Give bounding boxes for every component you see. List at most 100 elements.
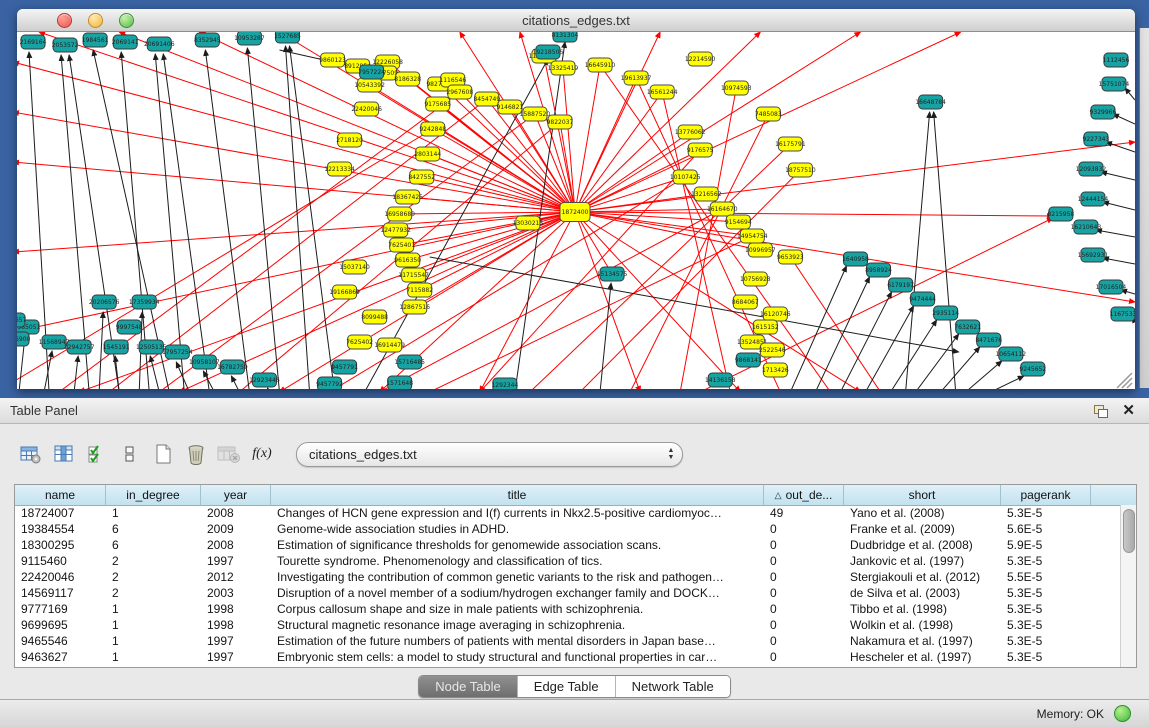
graph-node[interactable]: 10107425 — [670, 170, 701, 184]
network-table-selector[interactable]: citations_edges.txt ▲▼ — [296, 442, 683, 467]
column-header-in_degree[interactable]: in_degree — [106, 485, 201, 505]
graph-node[interactable]: 3915900 — [17, 332, 31, 346]
graph-node[interactable]: 8099488 — [361, 310, 388, 324]
graph-node[interactable]: 7957224 — [358, 65, 385, 79]
graph-edge[interactable] — [39, 32, 575, 212]
graph-node[interactable]: 17957254 — [162, 345, 193, 359]
graph-edge[interactable] — [575, 65, 600, 212]
resize-grip[interactable] — [1117, 373, 1132, 388]
tab-edge-table[interactable]: Edge Table — [518, 676, 616, 697]
graph-node[interactable]: 18367425 — [392, 190, 423, 204]
graph-node[interactable]: 15751074 — [1099, 77, 1130, 91]
graph-node[interactable]: 1292344 — [491, 378, 518, 389]
network-canvas[interactable]: 1872400986012389129541222605898275091054… — [17, 32, 1135, 389]
graph-edge[interactable] — [600, 283, 611, 389]
table-row[interactable]: 969969511998Structural magnetic resonanc… — [15, 617, 1120, 633]
graph-node[interactable]: 8427552 — [408, 170, 435, 184]
graph-node[interactable]: 9227343 — [1083, 132, 1110, 146]
graph-node[interactable]: 15134575 — [597, 267, 628, 281]
graph-node[interactable]: 20206576 — [89, 295, 120, 309]
graph-node[interactable]: 19166869 — [329, 285, 360, 299]
table-row[interactable]: 1872400712008Changes of HCN gene express… — [15, 505, 1120, 521]
graph-node[interactable]: 9154694 — [725, 215, 752, 229]
graph-node[interactable]: 12444154 — [1078, 192, 1109, 206]
graph-node[interactable]: 12867516 — [399, 300, 430, 314]
graph-node[interactable]: 18757510 — [785, 163, 816, 177]
graph-node[interactable]: 7625402 — [346, 335, 373, 349]
tab-node-table[interactable]: Node Table — [419, 676, 518, 697]
graph-edge[interactable] — [941, 347, 980, 389]
graph-node[interactable]: 8215958 — [1047, 207, 1074, 221]
graph-node[interactable]: 8471676 — [975, 333, 1002, 347]
graph-node[interactable]: 13325419 — [548, 61, 579, 75]
graph-edge[interactable] — [150, 356, 159, 389]
float-window-icon[interactable] — [1094, 405, 1108, 417]
graph-node[interactable]: 12213334 — [324, 162, 355, 176]
graph-node[interactable]: 10953287 — [234, 32, 265, 45]
graph-node[interactable]: 14136158 — [705, 373, 736, 387]
network-canvas-area[interactable]: 1872400986012389129541222605898275091054… — [17, 32, 1135, 389]
graph-edge[interactable] — [17, 212, 575, 332]
function-builder-icon[interactable]: f(x) — [247, 440, 277, 468]
graph-edge[interactable] — [790, 257, 880, 389]
graph-edge[interactable] — [866, 306, 914, 389]
graph-edge[interactable] — [69, 55, 119, 389]
graph-node[interactable]: 2169164 — [20, 35, 47, 49]
graph-edge[interactable] — [575, 212, 640, 389]
graph-node[interactable]: 17016504 — [1096, 280, 1127, 294]
graph-node[interactable]: 9176575 — [687, 143, 714, 157]
graph-node[interactable]: 12923446 — [249, 373, 280, 387]
delete-table-button[interactable] — [214, 440, 244, 468]
graph-edge[interactable] — [1125, 88, 1135, 100]
graph-node[interactable]: 9474444 — [909, 292, 936, 306]
graph-node[interactable]: 2069141 — [112, 35, 139, 49]
graph-node[interactable]: 16914479 — [374, 338, 405, 352]
graph-node[interactable]: 16782759 — [217, 360, 248, 374]
graph-node[interactable]: 8186328 — [394, 72, 421, 86]
graph-node[interactable]: 8684067 — [732, 295, 759, 309]
graph-edge[interactable] — [119, 32, 575, 212]
graph-node[interactable]: 10756928 — [740, 272, 771, 286]
graph-node[interactable]: 7625401 — [388, 238, 415, 252]
graph-edge[interactable] — [991, 376, 1024, 389]
memory-status-icon[interactable] — [1114, 705, 1131, 722]
graph-node[interactable]: 9245652 — [1019, 362, 1046, 376]
graph-node[interactable]: 15037140 — [339, 260, 370, 274]
graph-node[interactable]: 9868141 — [735, 353, 762, 367]
graph-node[interactable]: 1640958 — [842, 252, 869, 266]
graph-edge[interactable] — [17, 212, 575, 252]
graph-node[interactable]: 16645910 — [585, 58, 616, 72]
row-select-button[interactable] — [82, 440, 112, 468]
graph-node[interactable]: 12477932 — [380, 223, 411, 237]
table-row[interactable]: 977716911998Corpus callosum shape and si… — [15, 601, 1120, 617]
graph-edge[interactable] — [289, 46, 334, 389]
graph-node[interactable]: 16648784 — [915, 95, 946, 109]
graph-node[interactable]: 13030215 — [513, 216, 544, 230]
table-row[interactable]: 1938455462009Genome-wide association stu… — [15, 521, 1120, 537]
graph-node[interactable]: 19218506 — [533, 45, 564, 59]
graph-node[interactable]: 9997548 — [116, 320, 143, 334]
graph-node[interactable]: 16958680 — [384, 207, 415, 221]
graph-node[interactable]: 1167533 — [1110, 307, 1135, 321]
table-row[interactable]: 1830029562008Estimation of significance … — [15, 537, 1120, 553]
graph-edge[interactable] — [575, 212, 1053, 216]
graph-node[interactable]: 2967608 — [446, 85, 473, 99]
graph-node[interactable]: 2522546 — [759, 343, 786, 357]
graph-edge[interactable] — [563, 68, 575, 212]
graph-node[interactable]: 1527685 — [274, 32, 301, 43]
graph-edge[interactable] — [330, 177, 686, 389]
graph-node[interactable]: 1713426 — [762, 363, 789, 377]
graph-edge[interactable] — [575, 177, 685, 212]
graph-edge[interactable] — [115, 356, 119, 389]
tab-network-table[interactable]: Network Table — [616, 676, 730, 697]
graph-node[interactable]: 15692931 — [1078, 248, 1109, 262]
graph-node[interactable]: 1615152 — [752, 320, 779, 334]
graph-edge[interactable] — [575, 32, 961, 212]
graph-node[interactable]: 2803144 — [414, 147, 441, 161]
graph-node[interactable]: 1112456 — [1103, 53, 1130, 67]
graph-node[interactable]: 9457792 — [316, 377, 343, 389]
graph-node[interactable]: 7115882 — [406, 283, 433, 297]
graph-node[interactable]: 19613937 — [621, 71, 652, 85]
graph-node[interactable]: 11715547 — [398, 268, 429, 282]
graph-node[interactable]: 2053572 — [52, 38, 79, 52]
